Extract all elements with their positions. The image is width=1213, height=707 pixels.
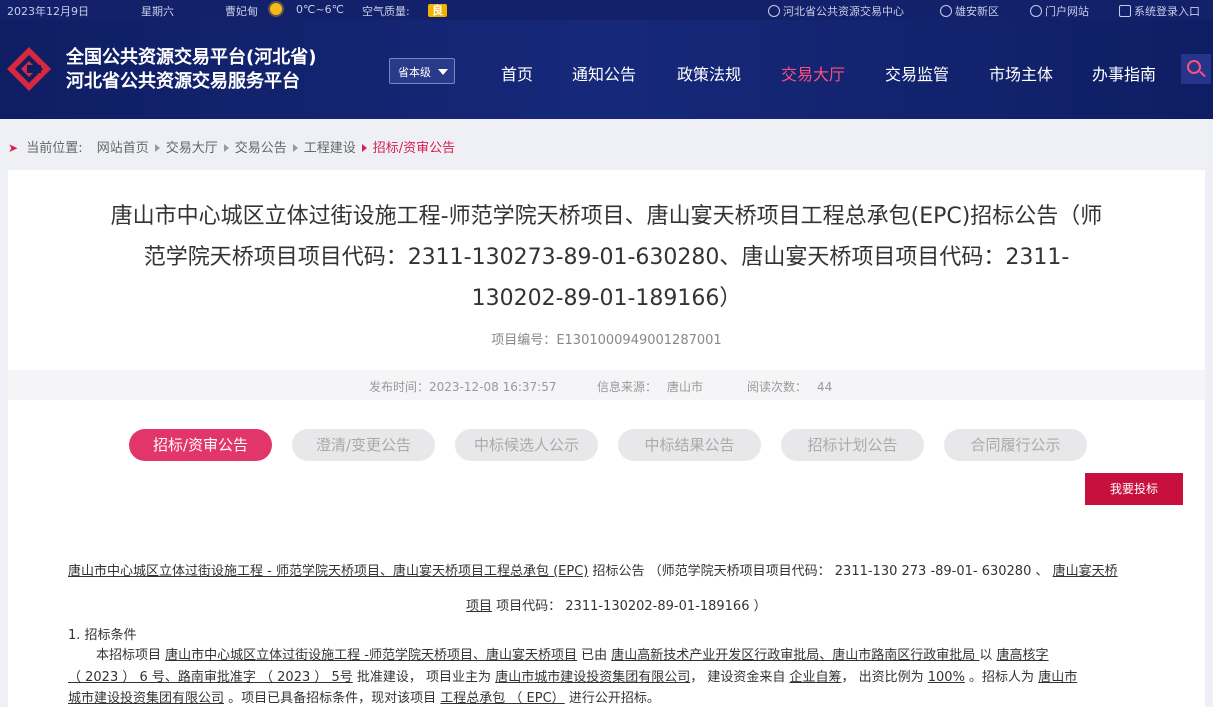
globe-icon <box>1030 5 1042 17</box>
breadcrumb-separator-icon <box>154 144 160 152</box>
site-title-line1: 全国公共资源交易平台(河北省) <box>66 47 317 68</box>
temperature: 0℃~6℃ <box>296 3 344 16</box>
info-source: 信息来源： 唐山市 <box>597 380 704 394</box>
publish-time: 发布时间：2023-12-08 16:37:57 <box>369 380 557 394</box>
tab-contract-performance[interactable]: 合同履行公示 <box>944 429 1087 461</box>
tab-clarification[interactable]: 澄清/变更公告 <box>292 429 435 461</box>
breadcrumb: ➤ 当前位置: 网站首页 交易大厅 交易公告 工程建设 招标/资审公告 <box>8 137 455 156</box>
air-quality-badge: 良 <box>428 2 447 18</box>
sun-icon <box>270 3 282 18</box>
content-heading-line1: 唐山市中心城区立体过街设施工程 - 师范学院天桥项目、唐山宴天桥项目工程总承包 … <box>68 564 1118 579</box>
tab-tender-plan[interactable]: 招标计划公告 <box>781 429 924 461</box>
site-title-line2: 河北省公共资源交易服务平台 <box>66 71 300 92</box>
tab-tender-announcement[interactable]: 招标/资审公告 <box>129 429 272 461</box>
breadcrumb-separator-icon <box>292 144 298 152</box>
nav-market-entities[interactable]: 市场主体 <box>989 61 1053 85</box>
site-title: 全国公共资源交易平台(河北省) 河北省公共资源交易服务平台 <box>66 46 316 94</box>
nav-policies[interactable]: 政策法规 <box>677 61 741 85</box>
nav-supervision[interactable]: 交易监管 <box>885 61 949 85</box>
article-title-line: 130202-89-01-189166） <box>471 286 742 311</box>
top-info-bar: 2023年12月9日 星期六 曹妃甸 0℃~6℃ 空气质量: 良 河北省公共资源… <box>0 0 1213 20</box>
nav-notices[interactable]: 通知公告 <box>572 61 636 85</box>
platform-logo-icon[interactable] <box>6 46 52 92</box>
breadcrumb-home[interactable]: 网站首页 <box>97 141 149 156</box>
login-icon <box>1119 5 1131 17</box>
view-count: 阅读次数： 44 <box>747 380 833 394</box>
tab-candidate-publicity[interactable]: 中标候选人公示 <box>455 429 598 461</box>
section-heading: 1. 招标条件 <box>68 628 137 643</box>
caret-down-icon <box>438 69 448 75</box>
article-title-line: 唐山市中心城区立体过街设施工程-师范学院天桥项目、唐山宴天桥项目工程总承包(EP… <box>110 204 1103 229</box>
nav-home[interactable]: 首页 <box>501 61 533 85</box>
breadcrumb-announcements[interactable]: 交易公告 <box>235 141 287 156</box>
breadcrumb-separator-icon <box>223 144 229 152</box>
breadcrumb-current: 招标/资审公告 <box>372 141 456 156</box>
chevron-right-icon: ➤ <box>8 141 19 155</box>
link-hebei-trading-center[interactable]: 河北省公共资源交易中心 <box>768 3 904 19</box>
breadcrumb-engineering[interactable]: 工程建设 <box>304 141 356 156</box>
link-portal[interactable]: 门户网站 <box>1030 3 1089 19</box>
link-system-login[interactable]: 系统登录入口 <box>1119 3 1200 19</box>
submit-bid-button[interactable]: 我要投标 <box>1085 473 1183 505</box>
article-title: 唐山市中心城区立体过街设施工程-师范学院天桥项目、唐山宴天桥项目工程总承包(EP… <box>58 196 1155 319</box>
level-select-value: 省本级 <box>398 66 431 79</box>
content-paragraph-line: （ 2023 ） 6 号、路南审批准字 （ 2023 ） 5号 批准建设， 项目… <box>68 670 1078 685</box>
level-select[interactable]: 省本级 <box>389 58 455 84</box>
article-card: 唐山市中心城区立体过街设施工程-师范学院天桥项目、唐山宴天桥项目工程总承包(EP… <box>8 170 1205 707</box>
globe-icon <box>940 5 952 17</box>
current-date: 2023年12月9日 <box>7 5 89 18</box>
district-name: 曹妃甸 <box>225 5 258 18</box>
search-button[interactable] <box>1181 54 1211 84</box>
nav-trading-hall[interactable]: 交易大厅 <box>781 61 845 85</box>
content-paragraph-line: 城市建设投资集团有限公司 。项目已具备招标条件，现对该项目 工程总承包 （ EP… <box>68 691 660 706</box>
content-paragraph-line: 本招标项目 唐山市中心城区立体过街设施工程 -师范学院天桥项目、唐山宴天桥项目 … <box>96 648 1049 663</box>
article-meta: 发布时间：2023-12-08 16:37:57 信息来源： 唐山市 阅读次数： 4… <box>8 370 1205 400</box>
weekday: 星期六 <box>141 5 174 18</box>
tab-winning-result[interactable]: 中标结果公告 <box>618 429 761 461</box>
article-title-line: 范学院天桥项目项目代码：2311-130273-89-01-630280、唐山宴… <box>143 245 1070 270</box>
project-number: 项目编号：E1301000949001287001 <box>491 333 722 348</box>
air-quality-label: 空气质量: <box>362 5 410 18</box>
nav-service-guide[interactable]: 办事指南 <box>1092 61 1156 85</box>
link-xiongan[interactable]: 雄安新区 <box>940 3 999 19</box>
globe-icon <box>768 5 780 17</box>
site-header: 全国公共资源交易平台(河北省) 河北省公共资源交易服务平台 省本级 首页 通知公… <box>0 20 1213 119</box>
breadcrumb-label: 当前位置: <box>26 141 83 156</box>
breadcrumb-separator-icon <box>361 144 367 152</box>
content-heading-line2: 项目 项目代码： 2311-130202-89-01-189166 ） <box>466 599 767 614</box>
breadcrumb-trading-hall[interactable]: 交易大厅 <box>166 141 218 156</box>
